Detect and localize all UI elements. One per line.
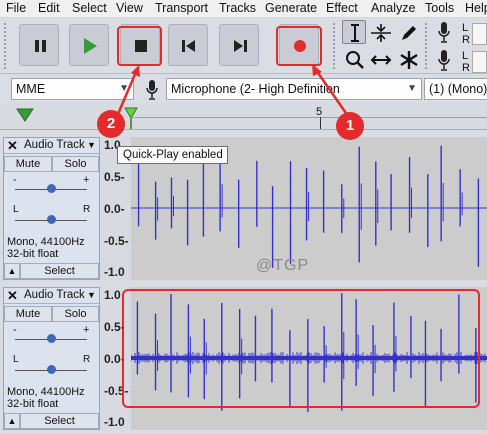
callout-arrows — [116, 64, 350, 117]
callout-badge-1: 1 — [336, 112, 364, 140]
callout-badge-2: 2 — [97, 110, 125, 138]
